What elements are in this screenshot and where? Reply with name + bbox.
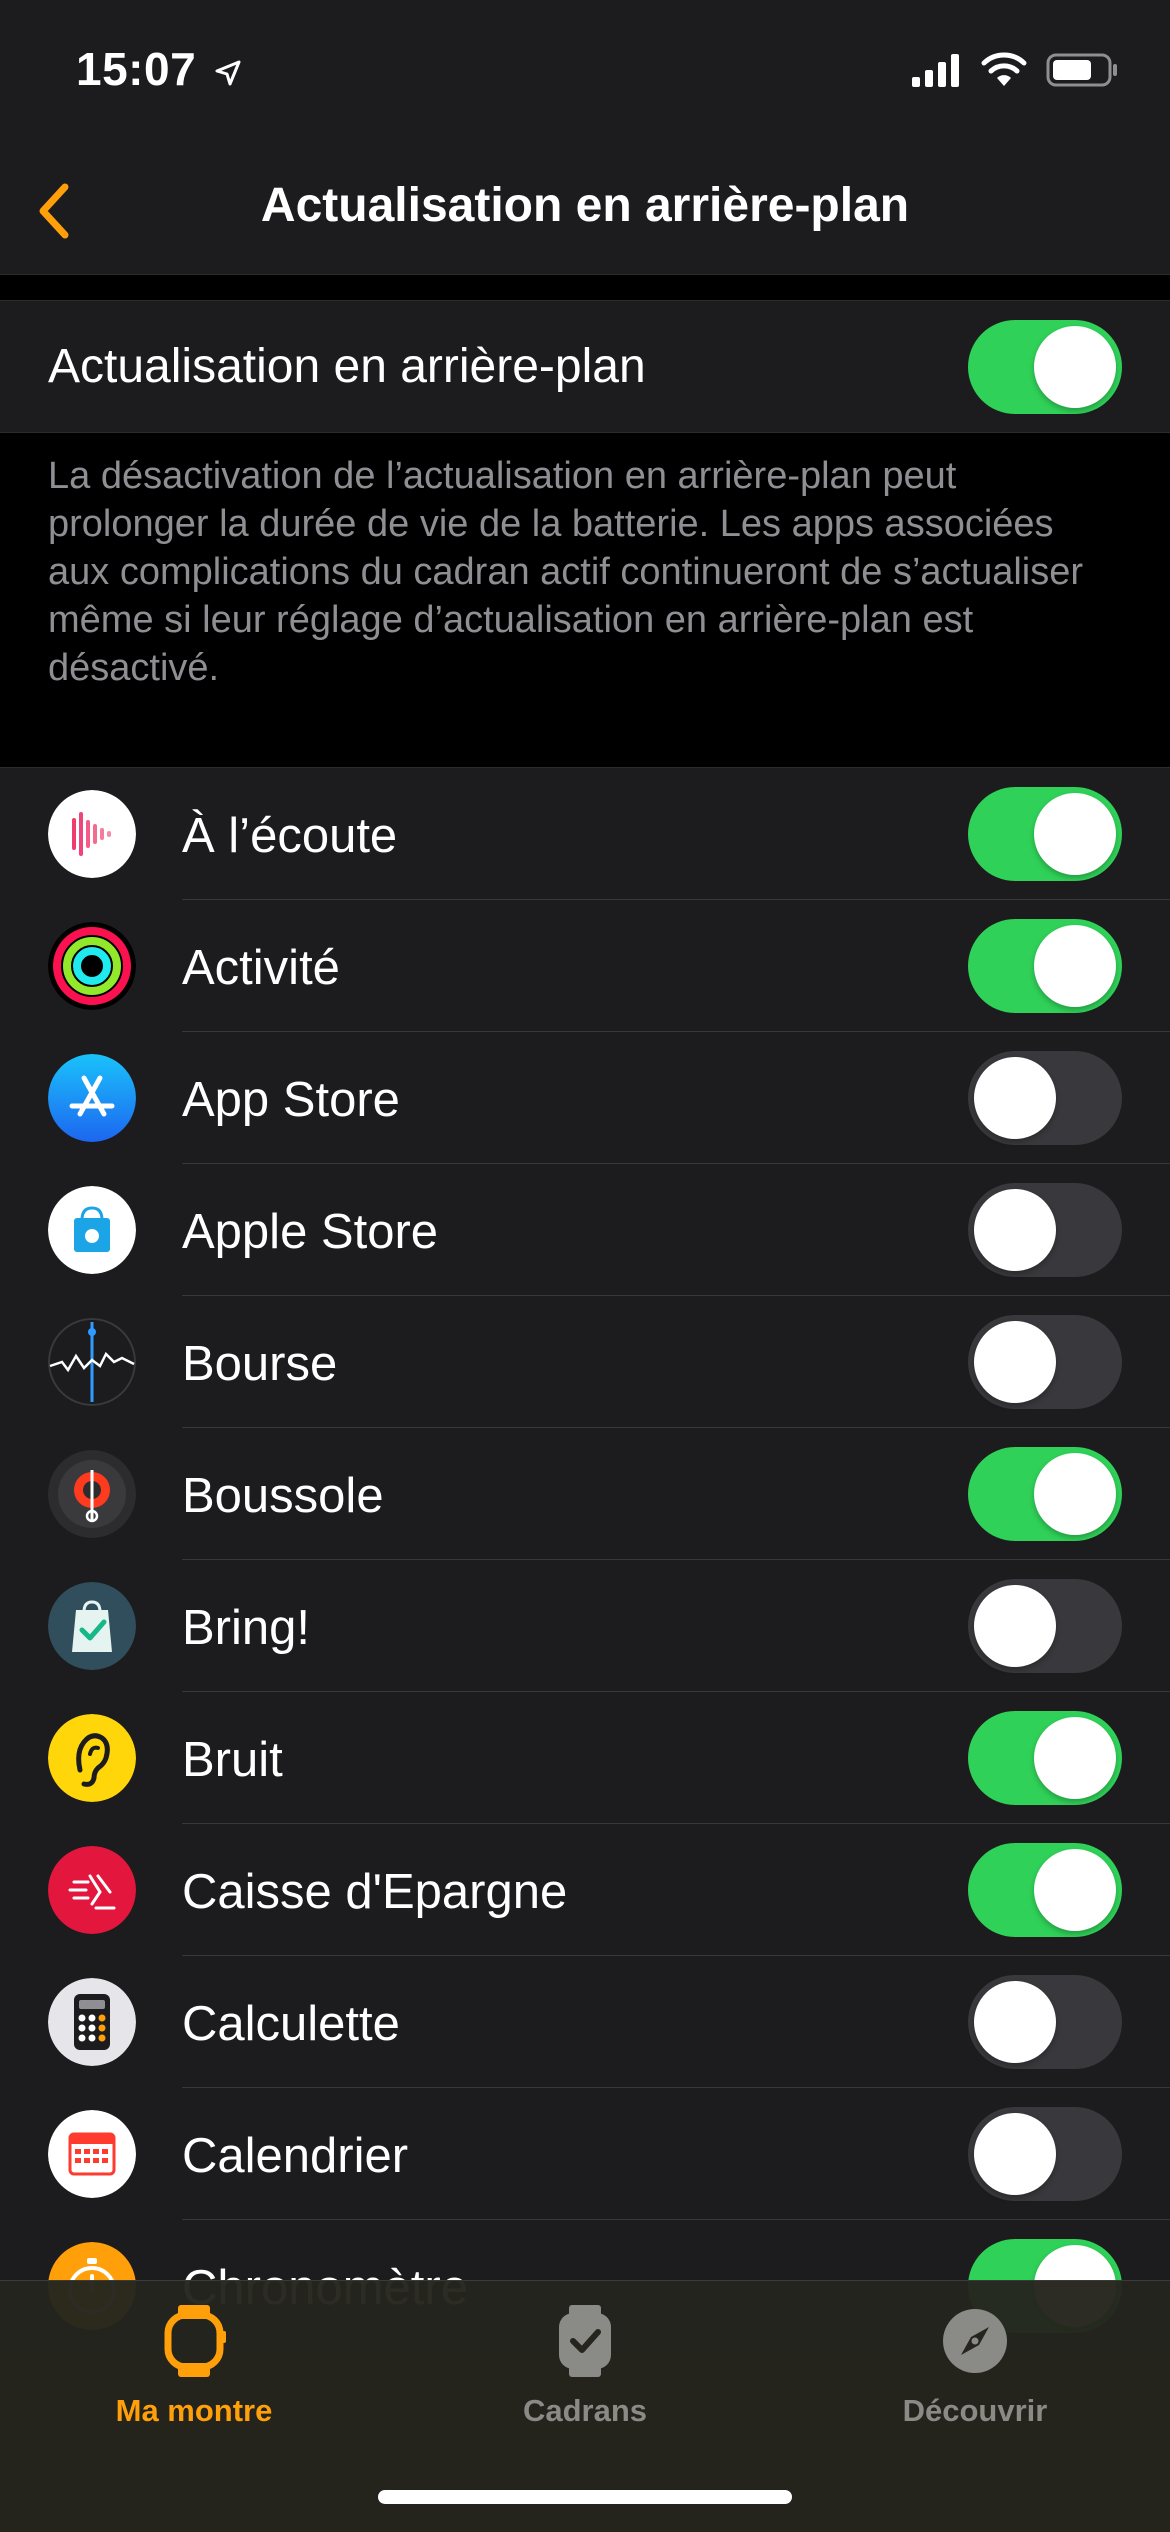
caisse-epargne-icon <box>48 1846 136 1934</box>
wifi-icon <box>981 52 1027 86</box>
calculator-toggle[interactable] <box>968 1975 1122 2069</box>
noise-toggle[interactable] <box>968 1711 1122 1805</box>
calendar-toggle[interactable] <box>968 2107 1122 2201</box>
tab-label: Ma montre <box>115 2393 273 2428</box>
activity-icon <box>48 922 136 1010</box>
app-store-icon <box>48 1054 136 1142</box>
app-label: Bring! <box>182 1601 311 1655</box>
app-store-toggle[interactable] <box>968 1051 1122 1145</box>
caisse-epargne-toggle[interactable] <box>968 1843 1122 1937</box>
list-item: À l’écoute <box>0 768 1170 900</box>
toggle-knob <box>1034 1453 1116 1535</box>
bring-toggle[interactable] <box>968 1579 1122 1673</box>
app-label: Bourse <box>182 1337 338 1391</box>
home-indicator <box>378 2490 792 2504</box>
toggle-knob <box>974 1981 1056 2063</box>
app-label: Apple Store <box>182 1205 439 1259</box>
cellular-signal-icon <box>912 54 959 87</box>
toggle-knob <box>1034 793 1116 875</box>
apple-store-toggle[interactable] <box>968 1183 1122 1277</box>
list-item: Boussole <box>0 1428 1170 1560</box>
tab-label: Découvrir <box>902 2393 1048 2428</box>
list-item: Calculette <box>0 1956 1170 2088</box>
toggle-knob <box>974 2113 1056 2195</box>
noise-icon <box>48 1714 136 1802</box>
background-refresh-toggle[interactable] <box>968 320 1122 414</box>
app-label: À l’écoute <box>182 809 398 863</box>
app-label: Caisse d'Epargne <box>182 1865 568 1919</box>
toggle-knob <box>1034 1717 1116 1799</box>
tab-watch-faces[interactable]: Cadrans <box>435 2301 735 2429</box>
section-footer-text: La désactivation de l’actualisation en a… <box>48 455 1084 689</box>
status-indicators <box>912 52 1120 88</box>
toggle-knob <box>1034 1849 1116 1931</box>
stocks-toggle[interactable] <box>968 1315 1122 1409</box>
toggle-knob <box>1034 925 1116 1007</box>
list-item: Activité <box>0 900 1170 1032</box>
watch-icon <box>164 2305 226 2377</box>
background-refresh-row: Actualisation en arrière-plan <box>0 300 1170 433</box>
list-item: Apple Store <box>0 1164 1170 1296</box>
list-item: Caisse d'Epargne <box>0 1824 1170 1956</box>
app-label: Bruit <box>182 1733 283 1787</box>
battery-icon <box>1046 53 1117 87</box>
list-item: Bourse <box>0 1296 1170 1428</box>
list-item: Bruit <box>0 1692 1170 1824</box>
page-title: Actualisation en arrière-plan <box>260 179 910 232</box>
activity-toggle[interactable] <box>968 919 1122 1013</box>
list-item: Bring! <box>0 1560 1170 1692</box>
now-playing-icon <box>48 790 136 878</box>
compass-toggle[interactable] <box>968 1447 1122 1541</box>
calculator-icon <box>48 1978 136 2066</box>
status-bar: 15:07 <box>0 0 1170 150</box>
tab-label: Cadrans <box>522 2393 648 2428</box>
toggle-knob <box>974 1189 1056 1271</box>
list-item: Calendrier <box>0 2088 1170 2220</box>
apple-store-icon <box>48 1186 136 1274</box>
status-time: 15:07 <box>76 42 243 96</box>
app-label: App Store <box>182 1073 400 1127</box>
toggle-knob <box>974 1057 1056 1139</box>
tab-my-watch[interactable]: Ma montre <box>44 2301 344 2429</box>
tab-discover[interactable]: Découvrir <box>825 2301 1125 2429</box>
app-label: Boussole <box>182 1469 384 1523</box>
toggle-knob <box>1034 326 1116 408</box>
bring-icon <box>48 1582 136 1670</box>
background-refresh-label: Actualisation en arrière-plan <box>48 340 646 393</box>
discover-compass-icon <box>943 2309 1007 2373</box>
calendar-icon <box>48 2110 136 2198</box>
app-list: À l’écoute Activité App Store Apple Stor… <box>0 767 1170 2352</box>
toggle-knob <box>974 1585 1056 1667</box>
compass-icon <box>48 1450 136 1538</box>
toggle-knob <box>974 1321 1056 1403</box>
navigation-bar: Actualisation en arrière-plan <box>0 150 1170 275</box>
app-label: Activité <box>182 941 340 995</box>
watch-faces-icon <box>559 2305 611 2377</box>
list-item: App Store <box>0 1032 1170 1164</box>
stocks-icon <box>48 1318 136 1406</box>
location-arrow-icon <box>215 60 241 86</box>
app-label: Calendrier <box>182 2129 409 2183</box>
app-label: Calculette <box>182 1997 400 2051</box>
now-playing-toggle[interactable] <box>968 787 1122 881</box>
